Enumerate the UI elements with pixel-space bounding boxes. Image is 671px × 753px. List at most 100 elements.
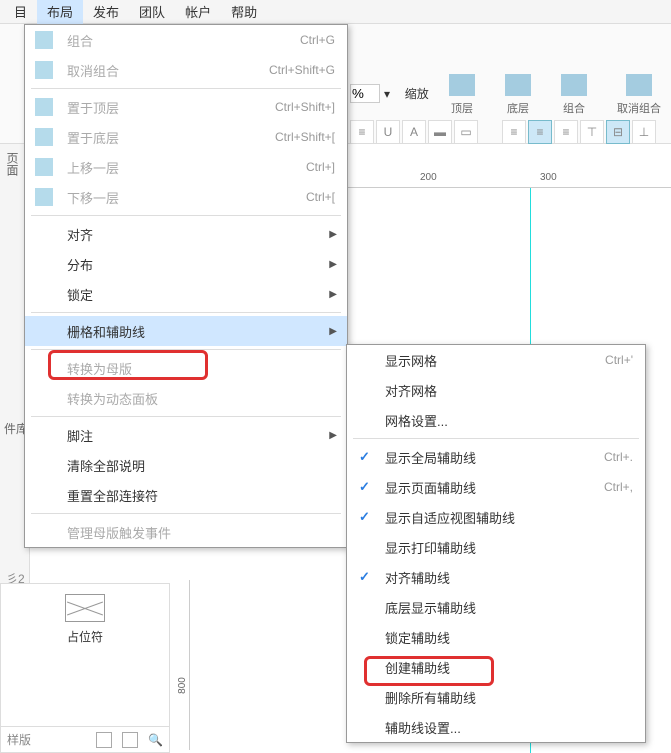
library-footer-label: 样版 [7,731,31,748]
submenu-item-label: 底层显示辅助线 [385,598,633,617]
menu-item-icon [35,31,53,49]
menu-item-label: 脚注 [67,426,335,445]
ruler-tick: 800 [177,677,188,694]
fmt-btn[interactable]: ▬ [428,120,452,144]
menubar-item-account[interactable]: 帐户 [175,0,221,24]
submenu-item-shortcut: Ctrl+' [605,353,633,367]
align-bottom-icon[interactable]: ⊥ [632,120,656,144]
menu-item-icon [35,188,53,206]
tool-label: 顶层 [451,100,473,116]
submenu-item[interactable]: 网格设置... [347,405,645,435]
submenu-item-label: 显示打印辅助线 [385,538,633,557]
menu-item: 管理母版触发事件 [25,517,347,547]
zoom-control[interactable]: ▾ 缩放 [350,84,429,103]
tool-group[interactable]: 组合 [561,74,587,116]
submenu-item[interactable]: 显示网格Ctrl+' [347,345,645,375]
submenu-item[interactable]: 删除所有辅助线 [347,682,645,712]
menu-item[interactable]: 清除全部说明 [25,450,347,480]
submenu-item[interactable]: 锁定辅助线 [347,622,645,652]
menu-item-label: 清除全部说明 [67,456,335,475]
left-tab-page[interactable]: 页面 [0,144,25,184]
menu-item: 组合Ctrl+G [25,25,347,55]
search-icon[interactable]: 🔍 [148,733,163,747]
menu-item-label: 分布 [67,255,335,274]
fmt-btn[interactable]: ▭ [454,120,478,144]
bring-front-icon [449,74,475,96]
submenu-item-shortcut: Ctrl+. [604,450,633,464]
align-top-icon[interactable]: ⊤ [580,120,604,144]
library-placeholder-widget[interactable]: 占位符 [1,584,169,655]
align-middle-icon[interactable]: ⊟ [606,120,630,144]
menu-item-label: 栅格和辅助线 [67,322,335,341]
menu-item-shortcut: Ctrl+[ [306,190,335,204]
submenu-item-label: 显示自适应视图辅助线 [385,508,633,527]
submenu-item[interactable]: 显示打印辅助线 [347,532,645,562]
menu-item[interactable]: 栅格和辅助线▶ [25,316,347,346]
submenu-item[interactable]: 创建辅助线 [347,652,645,682]
menubar-item-0[interactable]: 目 [4,0,37,24]
menu-item[interactable]: 锁定▶ [25,279,347,309]
ungroup-icon [626,74,652,96]
check-icon: ✓ [359,509,370,525]
menu-item-label: 上移一层 [67,158,306,177]
library-footer: 样版 🔍 [1,726,169,752]
menu-item[interactable]: 脚注▶ [25,420,347,450]
check-icon: ✓ [359,569,370,585]
tool-label: 取消组合 [617,100,661,116]
menubar-item-layout[interactable]: 布局 [37,0,83,24]
submenu-item[interactable]: ✓对齐辅助线 [347,562,645,592]
submenu-arrow-icon: ▶ [329,430,337,441]
grid-guides-submenu: 显示网格Ctrl+' 对齐网格网格设置... ✓显示全局辅助线Ctrl+.✓显示页面… [346,344,646,743]
menu-item-label: 置于底层 [67,128,275,147]
menu-item[interactable]: 重置全部连接符 [25,480,347,510]
menu-item-label: 重置全部连接符 [67,486,335,505]
menubar-item-team[interactable]: 团队 [129,0,175,24]
menu-item[interactable]: 分布▶ [25,249,347,279]
menu-item: 上移一层Ctrl+] [25,152,347,182]
submenu-item[interactable]: 辅助线设置... [347,712,645,742]
menu-item-label: 取消组合 [67,61,269,80]
menu-item: 取消组合Ctrl+Shift+G [25,55,347,85]
group-icon [561,74,587,96]
submenu-item[interactable]: ✓ 显示自适应视图辅助线 [347,502,645,532]
add-page-icon[interactable] [96,732,112,748]
submenu-item[interactable]: ✓显示页面辅助线Ctrl+, [347,472,645,502]
zoom-label: 缩放 [405,85,429,102]
submenu-item-label: 删除所有辅助线 [385,688,633,707]
submenu-item[interactable]: 对齐网格 [347,375,645,405]
menu-item[interactable]: 对齐▶ [25,219,347,249]
zoom-dropdown-icon[interactable]: ▾ [384,87,390,101]
menu-item-label: 锁定 [67,285,335,304]
tool-send-back[interactable]: 底层 [505,74,531,116]
align-left-icon[interactable]: ≡ [502,120,526,144]
align-center-icon[interactable]: ≡ [528,120,552,144]
menu-item-label: 置于顶层 [67,98,275,117]
check-icon: ✓ [359,479,370,495]
add-folder-icon[interactable] [122,732,138,748]
submenu-item[interactable]: ✓显示全局辅助线Ctrl+. [347,442,645,472]
tool-ungroup[interactable]: 取消组合 [617,74,661,116]
menu-item-label: 转换为母版 [67,359,335,378]
zoom-input[interactable] [350,84,380,103]
tool-label: 组合 [563,100,585,116]
tool-bring-front[interactable]: 顶层 [449,74,475,116]
fmt-btn[interactable]: A [402,120,426,144]
menu-item-icon [35,61,53,79]
menu-item: 转换为母版 [25,353,347,383]
submenu-item-label: 显示网格 [385,351,605,370]
placeholder-icon [65,594,105,622]
fmt-btn[interactable]: U [376,120,400,144]
menu-item-label: 管理母版触发事件 [67,523,335,542]
ruler-tick: 300 [540,172,557,183]
submenu-arrow-icon: ▶ [329,289,337,300]
menubar-item-help[interactable]: 帮助 [221,0,267,24]
align-right-icon[interactable]: ≡ [554,120,578,144]
menu-item-icon [35,98,53,116]
fmt-btn[interactable]: ≡ [350,120,374,144]
submenu-arrow-icon: ▶ [329,229,337,240]
menu-item-label: 转换为动态面板 [67,389,335,408]
submenu-item-label: 对齐网格 [385,381,633,400]
menubar-item-publish[interactable]: 发布 [83,0,129,24]
submenu-arrow-icon: ▶ [329,259,337,270]
submenu-item[interactable]: 底层显示辅助线 [347,592,645,622]
